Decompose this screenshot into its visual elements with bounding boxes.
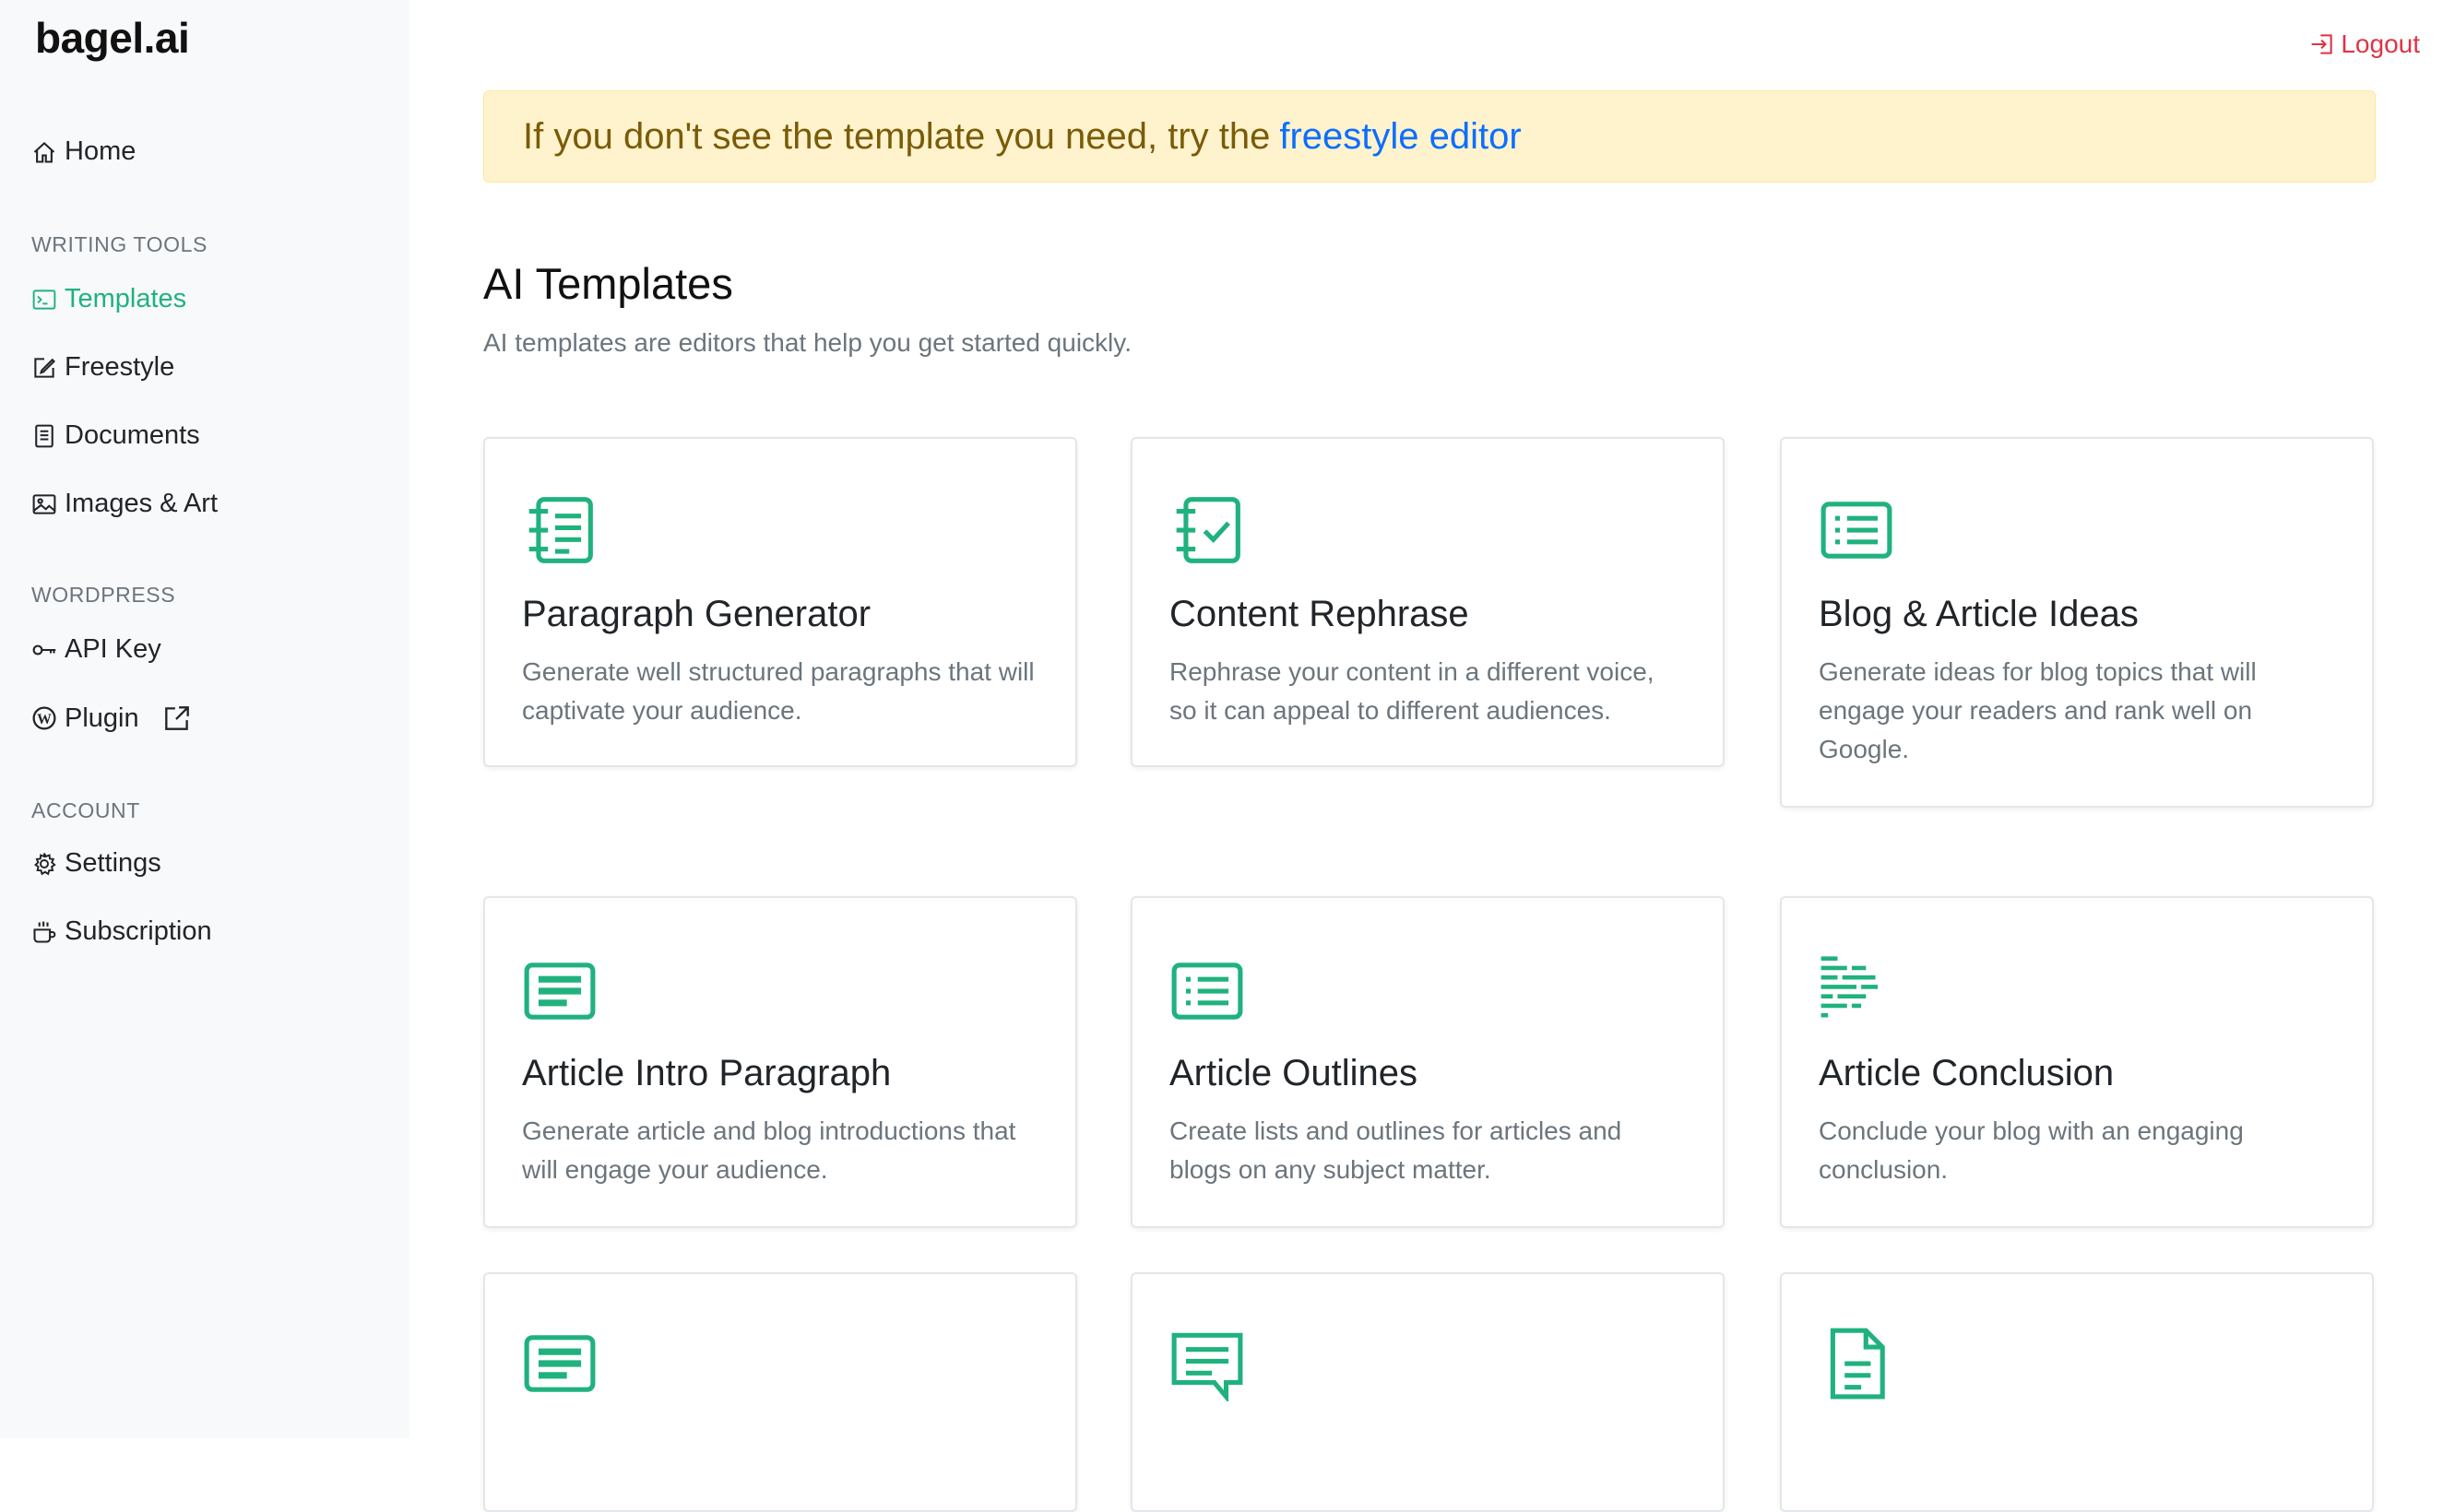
notebook-list-icon bbox=[522, 492, 598, 568]
section-label-writing-tools: WRITING TOOLS bbox=[31, 232, 208, 256]
sidebar-item-settings[interactable]: Settings bbox=[31, 848, 161, 879]
card-description: Conclude your blog with an engaging conc… bbox=[1819, 1116, 2244, 1184]
template-card-article-conclusion[interactable]: Article Conclusion Conclude your blog wi… bbox=[1780, 896, 2374, 1228]
list-box-icon bbox=[1169, 953, 1245, 1029]
svg-text:W: W bbox=[37, 712, 52, 727]
sidebar: bagel.ai Home WRITING TOOLS Templates Fr… bbox=[0, 0, 409, 1438]
key-icon bbox=[31, 637, 57, 663]
card-description: Rephrase your content in a different voi… bbox=[1169, 657, 1654, 725]
template-card-content-rephrase[interactable]: Content Rephrase Rephrase your content i… bbox=[1131, 437, 1725, 767]
sidebar-item-label: API Key bbox=[65, 634, 161, 664]
external-link-icon[interactable] bbox=[161, 703, 193, 734]
card-description: Generate well structured paragraphs that… bbox=[522, 657, 1035, 725]
sidebar-item-label: Settings bbox=[65, 848, 161, 878]
sidebar-item-label: Subscription bbox=[65, 916, 212, 946]
sidebar-item-api-key[interactable]: API Key bbox=[31, 634, 161, 665]
freestyle-alert-banner: If you don't see the template you need, … bbox=[483, 90, 2376, 183]
card-description: Generate article and blog introductions … bbox=[522, 1116, 1016, 1184]
sidebar-item-label: Plugin bbox=[65, 703, 139, 733]
card-title: Blog & Article Ideas bbox=[1819, 594, 2139, 634]
template-card-article-intro-paragraph[interactable]: Article Intro Paragraph Generate article… bbox=[483, 896, 1077, 1228]
section-label-account: ACCOUNT bbox=[31, 798, 140, 822]
sidebar-item-freestyle[interactable]: Freestyle bbox=[31, 352, 174, 383]
chat-text-icon bbox=[1169, 1326, 1245, 1403]
sidebar-item-images-art[interactable]: Images & Art bbox=[31, 489, 218, 519]
card-text-icon bbox=[522, 953, 598, 1029]
template-card-paragraph-generator[interactable]: Paragraph Generator Generate well struct… bbox=[483, 437, 1077, 767]
template-card-row3-3[interactable] bbox=[1780, 1272, 2374, 1512]
sidebar-item-label: Freestyle bbox=[65, 352, 175, 382]
logout-label: Logout bbox=[2341, 30, 2420, 58]
box-arrow-in-icon bbox=[2311, 34, 2333, 54]
template-card-row3-2[interactable] bbox=[1131, 1272, 1725, 1512]
template-card-article-outlines[interactable]: Article Outlines Create lists and outlin… bbox=[1131, 896, 1725, 1228]
sidebar-item-label: Templates bbox=[65, 284, 187, 313]
notebook-check-icon bbox=[1169, 492, 1245, 568]
card-description: Generate ideas for blog topics that will… bbox=[1819, 657, 2257, 763]
card-text-icon bbox=[522, 1326, 598, 1401]
sidebar-item-plugin[interactable]: W Plugin bbox=[31, 703, 193, 734]
logout-button[interactable]: Logout bbox=[2309, 30, 2420, 59]
page-subtitle: AI templates are editors that help you g… bbox=[483, 328, 1132, 357]
sidebar-item-label: Images & Art bbox=[65, 489, 219, 518]
sidebar-item-home[interactable]: Home bbox=[31, 136, 136, 167]
text-paragraph-icon bbox=[1819, 951, 1894, 1027]
sidebar-item-documents[interactable]: Documents bbox=[31, 420, 200, 451]
card-title: Article Outlines bbox=[1169, 1053, 1417, 1093]
pencil-square-icon bbox=[31, 355, 57, 381]
card-description: Create lists and outlines for articles a… bbox=[1169, 1116, 1622, 1184]
page-title: AI Templates bbox=[483, 259, 733, 308]
template-card-row3-1[interactable] bbox=[483, 1272, 1077, 1512]
document-icon bbox=[31, 423, 57, 449]
sidebar-item-templates[interactable]: Templates bbox=[31, 284, 186, 314]
cup-hot-icon bbox=[31, 919, 57, 945]
banner-text: If you don't see the template you need, … bbox=[523, 115, 1271, 157]
template-card-blog-article-ideas[interactable]: Blog & Article Ideas Generate ideas for … bbox=[1780, 437, 2374, 808]
section-label-wordpress: WORDPRESS bbox=[31, 583, 176, 607]
sidebar-item-label: Home bbox=[65, 136, 136, 166]
card-title: Paragraph Generator bbox=[522, 594, 872, 634]
house-icon bbox=[31, 139, 57, 165]
gear-icon bbox=[31, 851, 57, 877]
file-text-icon bbox=[1819, 1326, 1894, 1401]
wordpress-icon: W bbox=[31, 705, 57, 731]
sidebar-item-subscription[interactable]: Subscription bbox=[31, 916, 212, 947]
freestyle-editor-link[interactable]: freestyle editor bbox=[1279, 116, 1521, 158]
list-box-icon bbox=[1819, 492, 1894, 568]
brand-logo[interactable]: bagel.ai bbox=[35, 13, 190, 63]
terminal-icon bbox=[31, 287, 57, 313]
image-icon bbox=[31, 491, 57, 517]
card-title: Content Rephrase bbox=[1169, 594, 1469, 634]
card-title: Article Intro Paragraph bbox=[522, 1053, 892, 1093]
card-title: Article Conclusion bbox=[1819, 1053, 2115, 1093]
sidebar-item-label: Documents bbox=[65, 420, 200, 450]
